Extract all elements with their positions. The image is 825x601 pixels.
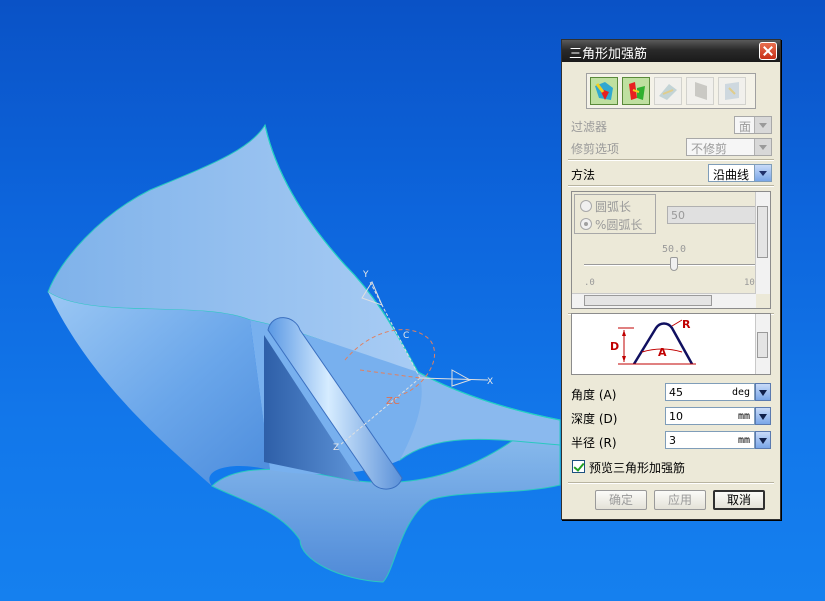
arc-value-input[interactable]: 50 — [667, 206, 759, 224]
angle-dropdown-button[interactable] — [755, 383, 771, 401]
scrollbar-thumb[interactable] — [757, 206, 768, 258]
radius-dropdown-button[interactable] — [755, 431, 771, 449]
arc-length-label: 圆弧长 — [595, 200, 632, 214]
selection-step-toolbar — [586, 73, 756, 109]
vertical-scrollbar[interactable] — [755, 192, 770, 294]
method-select[interactable]: 沿曲线 — [708, 164, 772, 182]
diagram-label-a: A — [658, 346, 667, 359]
preview-checkbox[interactable] — [572, 460, 585, 473]
slider-value: 50.0 — [662, 244, 687, 255]
vertical-scrollbar[interactable] — [755, 314, 770, 374]
trim-options-value: 不修剪 — [691, 142, 728, 156]
diagram-label-r: R — [682, 318, 691, 331]
axis-label-c: C — [403, 331, 409, 341]
arc-length-radio[interactable] — [580, 200, 592, 212]
location-plane-icon[interactable] — [686, 77, 714, 105]
method-label: 方法 — [571, 168, 596, 182]
radius-value: 3 — [669, 434, 676, 447]
horizontal-scrollbar[interactable] — [572, 293, 756, 308]
angle-label: 角度 (A) — [571, 388, 617, 402]
apply-button[interactable]: 应用 — [654, 490, 706, 510]
filter-value: 面 — [739, 120, 752, 134]
second-face-set-icon[interactable] — [622, 77, 650, 105]
axis-label-z: Z — [333, 443, 339, 453]
radius-unit: mm — [737, 435, 750, 446]
axis-label-y: Y — [362, 270, 369, 280]
axis-label-zc: ZC — [386, 396, 400, 407]
divider — [568, 185, 774, 187]
cancel-button[interactable]: 取消 — [713, 490, 765, 510]
preview-label: 预览三角形加强筋 — [589, 461, 686, 475]
angle-value: 45 — [669, 386, 683, 399]
angle-unit: deg — [731, 387, 750, 398]
ok-button[interactable]: 确定 — [595, 490, 647, 510]
chevron-down-icon — [754, 117, 771, 133]
radius-input[interactable]: 3 mm — [665, 431, 755, 449]
depth-label: 深度 (D) — [571, 412, 618, 426]
divider — [568, 159, 774, 161]
depth-value: 10 — [669, 410, 683, 423]
chevron-down-icon — [754, 165, 771, 181]
position-mode-group: 圆弧长 %圆弧长 — [574, 194, 656, 234]
position-panel: 圆弧长 %圆弧长 50 50.0 .0 10 — [571, 191, 771, 309]
dialog-body: 过滤器 面 修剪选项 不修剪 方法 沿曲线 圆弧长 %圆弧长 50 50.0 .… — [562, 62, 780, 519]
filter-label: 过滤器 — [571, 120, 608, 134]
radius-label: 半径 (R) — [571, 436, 617, 450]
angle-input[interactable]: 45 deg — [665, 383, 755, 401]
method-value: 沿曲线 — [713, 168, 750, 182]
trim-options-label: 修剪选项 — [571, 142, 620, 156]
rib-diagram-panel: R D A — [571, 313, 771, 375]
depth-unit: mm — [737, 411, 750, 422]
dialog-title: 三角形加强筋 — [569, 47, 648, 62]
pct-arc-length-radio[interactable] — [580, 218, 592, 230]
divider — [568, 482, 774, 484]
orientation-plane-icon[interactable] — [718, 77, 746, 105]
scrollbar-thumb[interactable] — [757, 332, 768, 358]
surface-main-face — [48, 292, 270, 486]
arc-value: 50 — [671, 209, 685, 222]
depth-dropdown-button[interactable] — [755, 407, 771, 425]
slider-max: 10 — [744, 278, 755, 288]
dialog-titlebar[interactable]: 三角形加强筋 — [562, 40, 780, 62]
rib-dimension-diagram: R D A — [610, 318, 696, 365]
axis-label-x: X — [487, 377, 493, 387]
slider-min: .0 — [584, 278, 595, 288]
first-face-set-icon[interactable] — [590, 77, 618, 105]
scrollbar-thumb[interactable] — [584, 295, 712, 306]
slider-thumb[interactable] — [670, 257, 678, 271]
trim-options-select[interactable]: 不修剪 — [686, 138, 772, 156]
triangular-rib-dialog: 三角形加强筋 过滤器 面 修剪选项 不修剪 方法 沿曲线 圆弧长 %圆弧长 50… — [561, 39, 781, 520]
pct-arc-length-label: %圆弧长 — [595, 218, 643, 232]
chevron-down-icon — [754, 139, 771, 155]
depth-input[interactable]: 10 mm — [665, 407, 755, 425]
diagram-label-d: D — [610, 340, 619, 353]
location-curve-icon[interactable] — [654, 77, 682, 105]
filter-select[interactable]: 面 — [734, 116, 772, 134]
close-button[interactable] — [759, 42, 777, 60]
